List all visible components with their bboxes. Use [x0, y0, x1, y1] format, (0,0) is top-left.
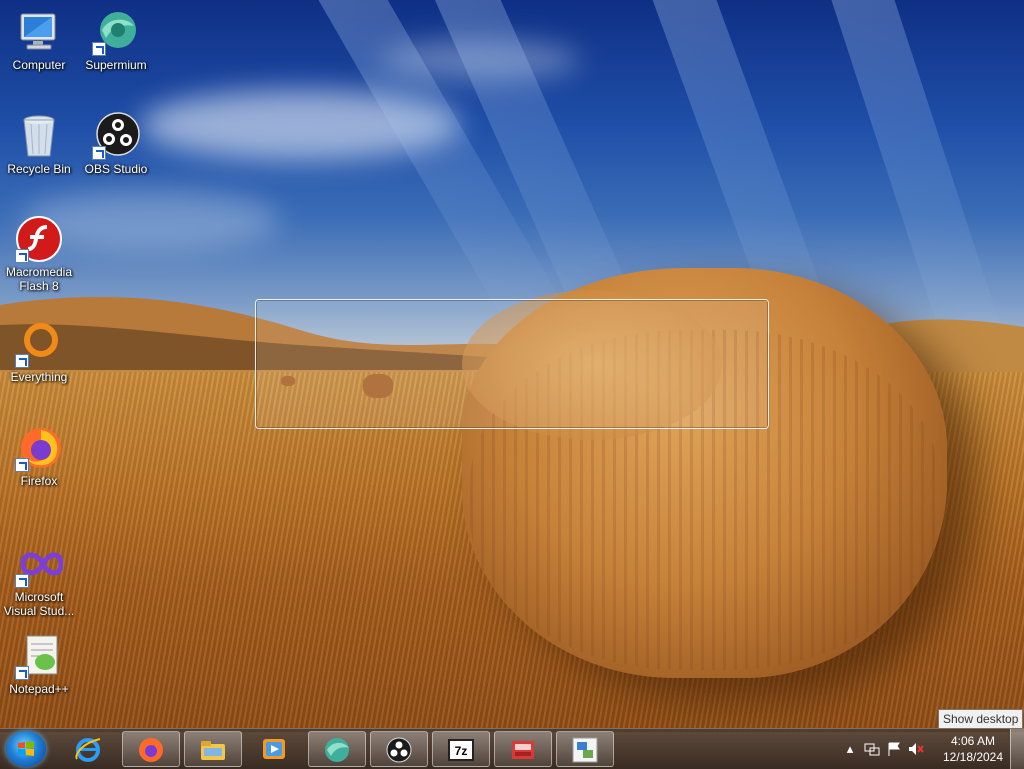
taskbar-item-supermium[interactable] [308, 731, 366, 767]
taskbar-item-firefox[interactable] [122, 731, 180, 767]
desktop-icon-label: Recycle Bin [7, 162, 71, 176]
desktop-icon-label: Notepad++ [9, 682, 69, 696]
clock-date: 12/18/2024 [942, 750, 1004, 764]
desktop-icon-obs-studio[interactable]: OBS Studio [78, 112, 154, 176]
media-player-icon [263, 739, 285, 759]
taskbar-item-obs-studio[interactable] [370, 731, 428, 767]
desktop-icon-label: Microsoft Visual Stud... [3, 590, 75, 618]
desktop-icon-computer[interactable]: Computer [1, 8, 77, 72]
supermium-icon [325, 738, 349, 762]
desktop-icon-firefox[interactable]: Firefox [1, 424, 77, 488]
shortcut-arrow-icon [15, 574, 29, 588]
svg-text:7z: 7z [455, 744, 468, 758]
taskbar-item-file-explorer[interactable] [184, 731, 242, 767]
clock-time: 4:06 AM [950, 734, 996, 748]
desktop-icon-label: Macromedia Flash 8 [5, 265, 73, 293]
action-center-flag-icon[interactable] [886, 741, 902, 757]
aero-peek-preview-rectangle [255, 299, 769, 429]
taskbar-item-internet-explorer[interactable] [60, 731, 118, 767]
taskbar-item-network-app[interactable] [556, 731, 614, 767]
windows-logo-icon [18, 741, 34, 756]
desktop-icon-visual-studio[interactable]: Microsoft Visual Stud... [1, 540, 77, 618]
start-button[interactable] [6, 731, 46, 767]
desktop-icon-label: Supermium [85, 58, 147, 72]
volume-muted-icon[interactable] [908, 741, 924, 757]
shortcut-arrow-icon [15, 458, 29, 472]
taskbar-item-red-app[interactable] [494, 731, 552, 767]
taskbar-item-7zip[interactable]: 7z [432, 731, 490, 767]
desktop-icon-everything[interactable]: Everything [1, 320, 77, 384]
internet-explorer-icon [75, 738, 101, 762]
7zip-icon: 7z [448, 739, 474, 761]
visual-studio-icon [15, 540, 64, 588]
supermium-icon [92, 8, 140, 56]
file-explorer-icon [201, 741, 225, 760]
firefox-icon [139, 738, 163, 762]
desktop-icon-supermium[interactable]: Supermium [78, 8, 154, 72]
show-desktop-button[interactable] [1010, 729, 1024, 769]
show-hidden-icons-arrow[interactable]: ▴ [842, 741, 858, 757]
computer-icon [15, 8, 63, 56]
shortcut-arrow-icon [92, 42, 106, 56]
shortcut-arrow-icon [15, 354, 29, 368]
taskbar-item-media-player[interactable] [246, 731, 304, 767]
desktop-icon-label: Computer [12, 58, 66, 72]
everything-search-icon [15, 320, 63, 368]
network-app-icon [572, 737, 598, 763]
desktop-icon-label: OBS Studio [84, 162, 148, 176]
network-icon[interactable] [864, 741, 880, 757]
desktop-icon-label: Everything [10, 370, 68, 384]
desktop-icon-macromedia-flash[interactable]: Macromedia Flash 8 [1, 215, 77, 293]
system-clock[interactable]: 4:06 AM 12/18/2024 [938, 733, 1008, 765]
taskbar: 7z ▴ 4:06 AM 12/18/2024 [0, 728, 1024, 769]
desktop-icon-recycle-bin[interactable]: Recycle Bin [1, 112, 77, 176]
notepad-plus-plus-icon [15, 632, 63, 680]
red-app-icon [512, 741, 534, 759]
show-desktop-tooltip: Show desktop [938, 709, 1024, 729]
firefox-icon [15, 424, 63, 472]
recycle-bin-icon [15, 112, 63, 160]
obs-studio-icon [386, 737, 412, 763]
shortcut-arrow-icon [15, 666, 29, 680]
shortcut-arrow-icon [92, 146, 106, 160]
shortcut-arrow-icon [15, 249, 29, 263]
obs-studio-icon [92, 112, 140, 160]
flash-icon [15, 215, 63, 263]
desktop-icon-notepad-plus-plus[interactable]: Notepad++ [1, 632, 77, 696]
desktop-icon-label: Firefox [20, 474, 58, 488]
